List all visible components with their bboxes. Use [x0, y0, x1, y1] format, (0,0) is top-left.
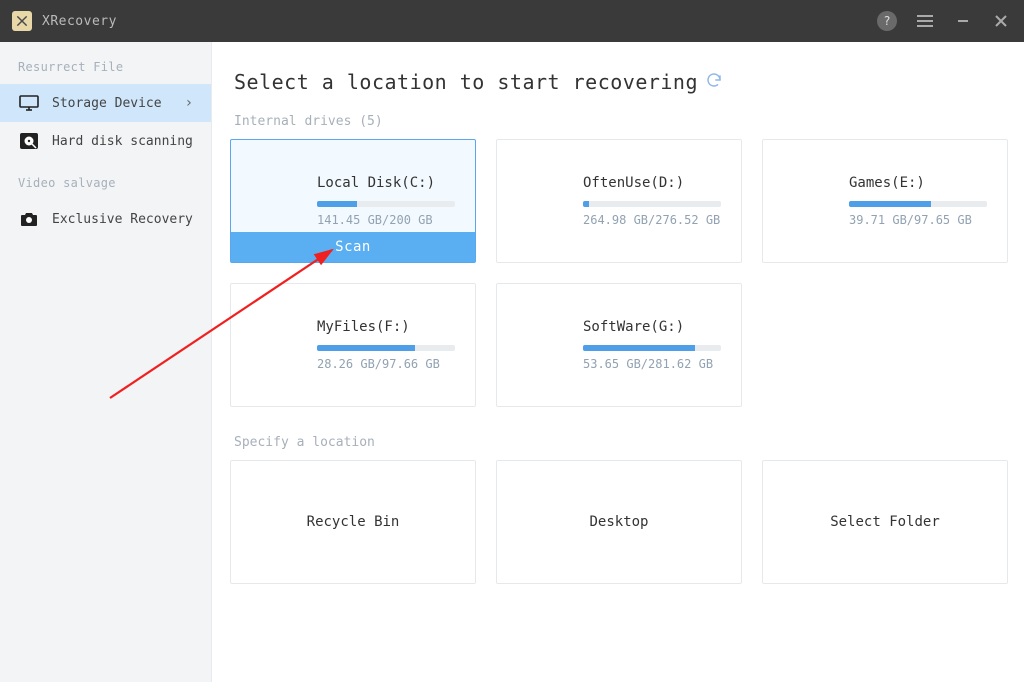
help-icon: ?: [877, 11, 897, 31]
drive-size-text: 28.26 GB/97.66 GB: [317, 357, 455, 371]
locations-grid: Recycle BinDesktopSelect Folder: [230, 460, 1006, 584]
drive-name: Games(E:): [849, 175, 987, 191]
monitor-icon: [18, 94, 40, 112]
drive-size-text: 141.45 GB/200 GB: [317, 213, 455, 227]
sidebar-item-label: Exclusive Recovery: [52, 212, 193, 227]
drive-size-text: 39.71 GB/97.65 GB: [849, 213, 987, 227]
sidebar-item-exclusive-recovery[interactable]: Exclusive Recovery: [0, 200, 211, 238]
minimize-button[interactable]: [952, 10, 974, 32]
sidebar: Resurrect File Storage Device › Hard dis…: [0, 42, 212, 682]
sidebar-item-hard-disk-scanning[interactable]: Hard disk scanning: [0, 122, 211, 160]
chevron-right-icon: ›: [185, 95, 193, 111]
menu-button[interactable]: [914, 10, 936, 32]
disk-scan-icon: [18, 132, 40, 150]
close-button[interactable]: [990, 10, 1012, 32]
refresh-button[interactable]: [706, 72, 722, 92]
titlebar: XRecovery ?: [0, 0, 1024, 42]
location-card[interactable]: Recycle Bin: [230, 460, 476, 584]
page-heading: Select a location to start recovering: [230, 70, 1006, 94]
drive-usage-bar: [849, 201, 987, 207]
refresh-icon: [706, 72, 722, 88]
sidebar-item-label: Storage Device: [52, 96, 162, 111]
drive-name: MyFiles(F:): [317, 319, 455, 335]
drive-name: OftenUse(D:): [583, 175, 721, 191]
drive-usage-bar: [317, 345, 455, 351]
drives-section-title: Internal drives (5): [234, 114, 1006, 129]
scan-button[interactable]: Scan: [231, 232, 475, 262]
minimize-icon: [956, 14, 970, 28]
page-heading-text: Select a location to start recovering: [234, 70, 698, 94]
drives-grid: Local Disk(C:) 141.45 GB/200 GB Scan OftenU…: [230, 139, 1006, 407]
app-logo: [12, 11, 32, 31]
drive-card[interactable]: SoftWare(G:) 53.65 GB/281.62 GB: [496, 283, 742, 407]
drive-card[interactable]: MyFiles(F:) 28.26 GB/97.66 GB: [230, 283, 476, 407]
help-button[interactable]: ?: [876, 10, 898, 32]
sidebar-item-label: Hard disk scanning: [52, 134, 193, 149]
drive-name: Local Disk(C:): [317, 175, 455, 191]
sidebar-item-storage-device[interactable]: Storage Device ›: [0, 84, 211, 122]
location-card[interactable]: Desktop: [496, 460, 742, 584]
location-card[interactable]: Select Folder: [762, 460, 1008, 584]
main-content: Select a location to start recovering In…: [212, 42, 1024, 682]
drive-name: SoftWare(G:): [583, 319, 721, 335]
drive-usage-bar: [583, 345, 721, 351]
camera-icon: [18, 210, 40, 228]
close-icon: [994, 14, 1008, 28]
drive-size-text: 53.65 GB/281.62 GB: [583, 357, 721, 371]
hamburger-icon: [917, 15, 933, 27]
drive-card[interactable]: OftenUse(D:) 264.98 GB/276.52 GB: [496, 139, 742, 263]
app-title: XRecovery: [42, 14, 117, 29]
locations-section-title: Specify a location: [234, 435, 1006, 450]
sidebar-section-video: Video salvage: [0, 176, 211, 200]
sidebar-section-resurrect: Resurrect File: [0, 60, 211, 84]
drive-size-text: 264.98 GB/276.52 GB: [583, 213, 721, 227]
drive-card[interactable]: Local Disk(C:) 141.45 GB/200 GB Scan: [230, 139, 476, 263]
drive-card[interactable]: Games(E:) 39.71 GB/97.65 GB: [762, 139, 1008, 263]
drive-usage-bar: [317, 201, 455, 207]
drive-usage-bar: [583, 201, 721, 207]
